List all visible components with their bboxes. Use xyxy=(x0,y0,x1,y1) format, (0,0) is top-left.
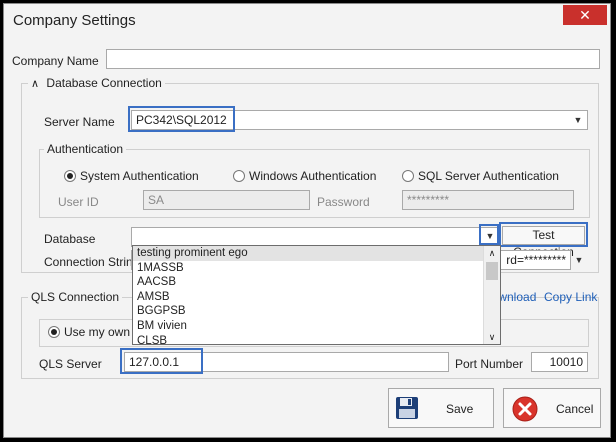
scroll-down-icon[interactable]: ∨ xyxy=(484,330,500,344)
dropdown-item[interactable]: 1MASSB xyxy=(133,261,500,276)
dropdown-scrollbar[interactable]: ∧ ∨ xyxy=(483,246,500,344)
database-connection-header[interactable]: ∧ Database Connection xyxy=(28,76,165,90)
database-dropdown-list: testing prominent ego 1MASSB AACSB AMSB … xyxy=(132,245,501,347)
floppy-disk-icon xyxy=(396,397,418,419)
save-label: Save xyxy=(446,402,474,416)
database-connection-title: Database Connection xyxy=(46,76,162,90)
database-arrow-highlight xyxy=(479,224,499,245)
scrollbar-thumb[interactable] xyxy=(486,262,498,280)
sql-server-auth-radio[interactable] xyxy=(402,170,414,182)
cancel-button[interactable]: Cancel xyxy=(503,388,601,428)
test-connection-highlight xyxy=(499,222,588,247)
password-input[interactable]: ********* xyxy=(402,190,574,210)
title-bar: Company Settings ✕ xyxy=(4,4,610,36)
close-button[interactable]: ✕ xyxy=(563,5,607,25)
dropdown-item[interactable]: testing prominent ego xyxy=(133,246,500,261)
qls-server-label: QLS Server xyxy=(39,357,102,371)
port-number-input[interactable]: 10010 xyxy=(531,352,588,372)
dropdown-item[interactable]: BM vivien xyxy=(133,319,500,334)
qls-server-highlight xyxy=(120,348,203,374)
server-name-highlight xyxy=(128,106,235,132)
port-number-label: Port Number xyxy=(455,357,524,371)
close-icon: ✕ xyxy=(579,7,591,23)
copy-link[interactable]: Copy Link xyxy=(544,290,597,304)
server-name-dropdown-arrow[interactable]: ▼ xyxy=(570,111,586,129)
windows-auth-radio[interactable] xyxy=(233,170,245,182)
qls-connection-title: QLS Connection xyxy=(28,290,123,304)
system-auth-radio[interactable] xyxy=(64,170,76,182)
dropdown-item[interactable]: AMSB xyxy=(133,290,500,305)
dropdown-item[interactable]: CLSB xyxy=(133,334,500,349)
database-combo[interactable] xyxy=(131,227,501,247)
save-button[interactable]: Save xyxy=(388,388,494,428)
dropdown-item[interactable]: BGGPSB xyxy=(133,304,500,319)
scroll-up-icon[interactable]: ∧ xyxy=(484,246,500,260)
window-title: Company Settings xyxy=(13,12,136,29)
windows-auth-label: Windows Authentication xyxy=(249,169,377,183)
password-label: Password xyxy=(317,195,370,209)
database-label: Database xyxy=(44,232,96,246)
company-settings-window: Company Settings ✕ Company Name ∧ Databa… xyxy=(3,3,611,438)
user-id-label: User ID xyxy=(58,195,99,209)
dropdown-item[interactable]: AACSB xyxy=(133,275,500,290)
company-name-input[interactable] xyxy=(106,49,600,69)
cancel-circle-icon xyxy=(512,396,538,422)
system-auth-label: System Authentication xyxy=(80,169,199,183)
connection-string-dropdown-arrow[interactable]: ▼ xyxy=(571,251,587,269)
collapse-icon: ∧ xyxy=(31,78,40,90)
sql-server-auth-label: SQL Server Authentication xyxy=(418,169,559,183)
cancel-label: Cancel xyxy=(556,402,594,416)
company-name-label: Company Name xyxy=(12,54,99,68)
authentication-title: Authentication xyxy=(44,142,127,156)
use-own-server-radio[interactable] xyxy=(48,326,60,338)
connection-string-label: Connection String xyxy=(44,255,140,269)
server-name-label: Server Name xyxy=(44,115,115,129)
user-id-input[interactable]: SA xyxy=(143,190,310,210)
